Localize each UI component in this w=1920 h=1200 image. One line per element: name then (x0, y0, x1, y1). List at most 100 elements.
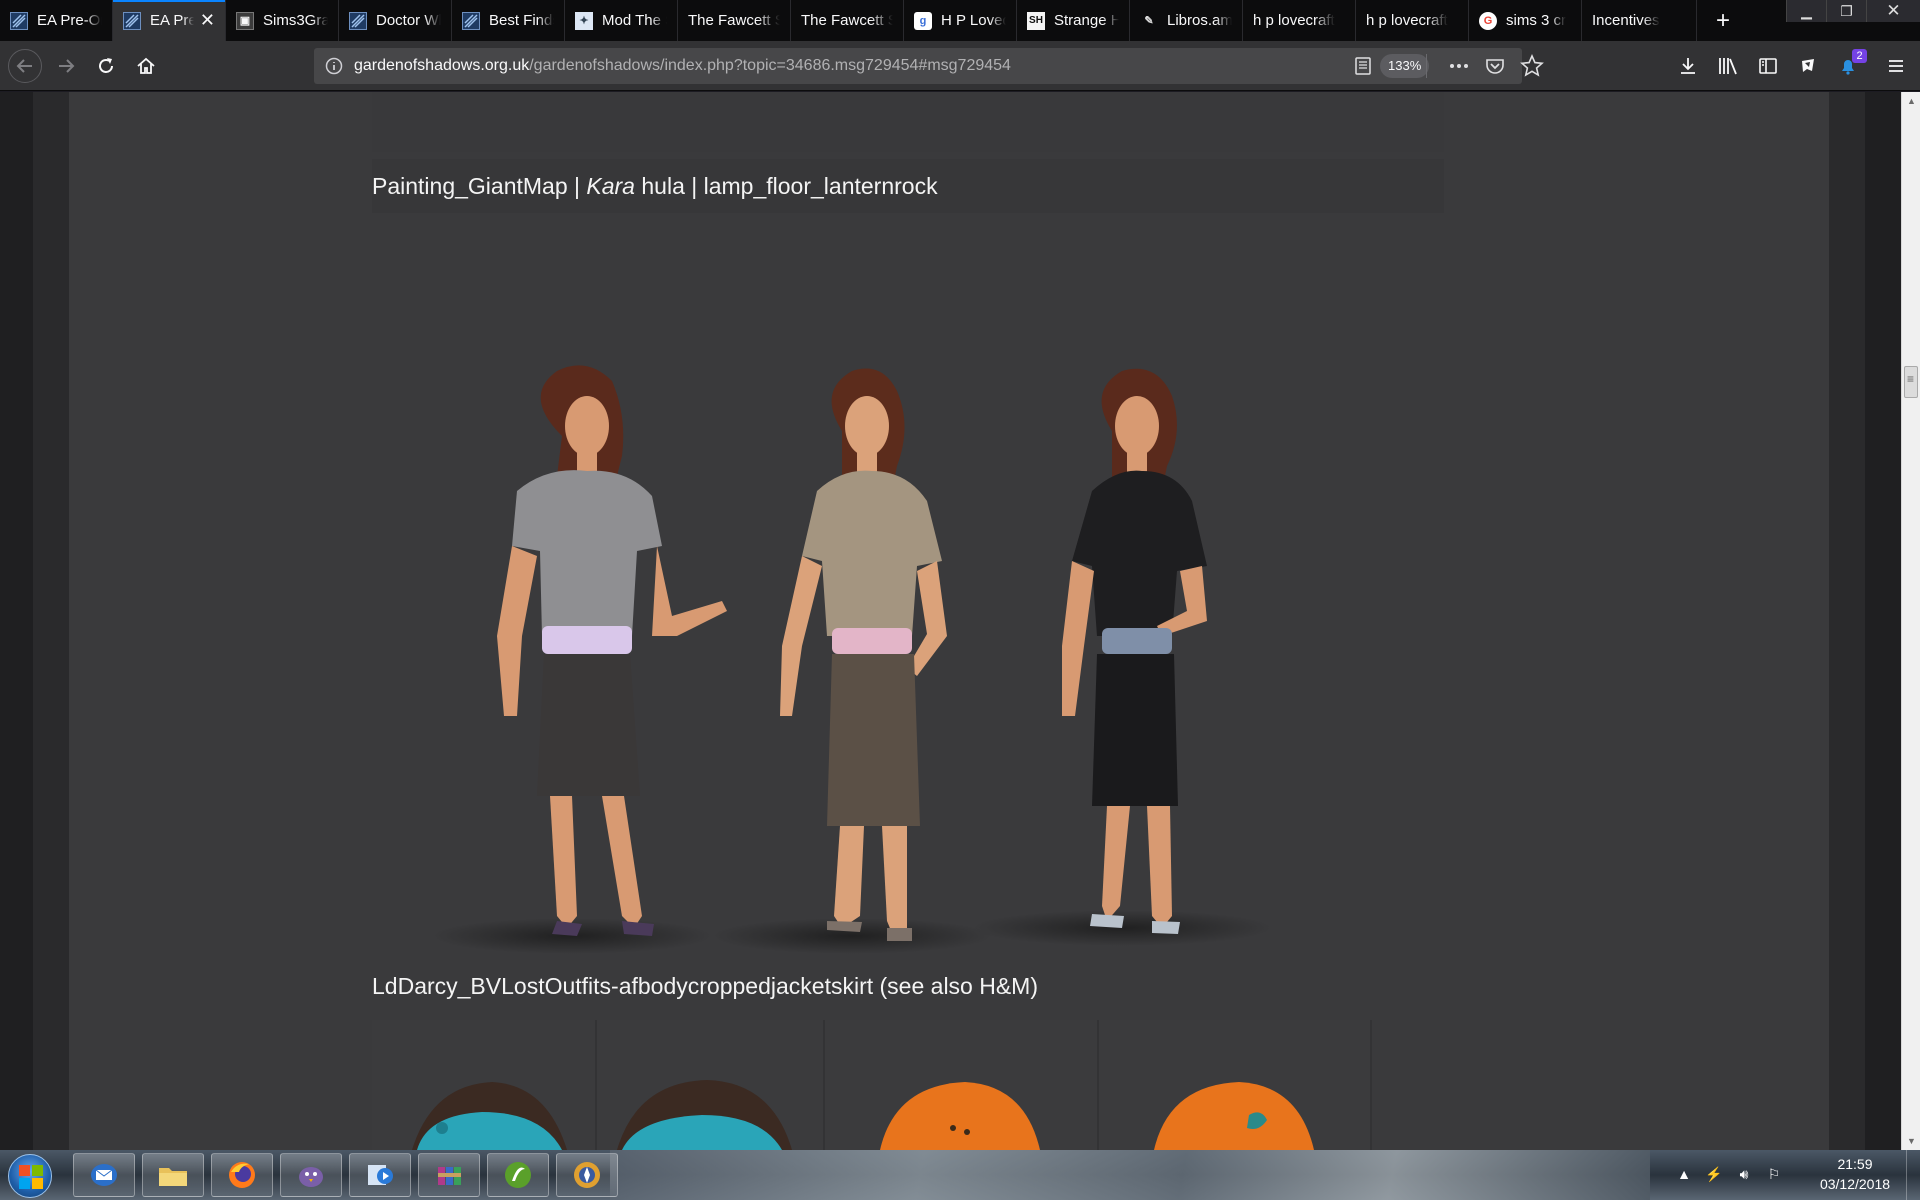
maximize-button[interactable]: ❐ (1826, 0, 1866, 22)
show-hidden-icons-icon[interactable]: ▲ (1675, 1165, 1693, 1183)
hat-thumbnail-orange (825, 1020, 1099, 1150)
teal-visor-image (412, 1082, 567, 1150)
close-tab-icon[interactable]: ✕ (200, 10, 215, 31)
taskbar-wallpaper (610, 1150, 1650, 1200)
tab-active[interactable]: EA Pre-Orders ✕ (113, 0, 226, 41)
scroll-down-icon[interactable]: ▼ (1907, 1136, 1916, 1146)
mail-icon (91, 1164, 117, 1186)
plus-icon: + (1715, 6, 1730, 34)
tab[interactable]: h p lovecraft (1356, 0, 1469, 41)
lib-favicon-icon: ✎ (1144, 15, 1154, 27)
teal-visor-image (617, 1080, 792, 1150)
notification-badge: 2 (1852, 49, 1867, 63)
page-margin-right (1829, 92, 1865, 1150)
info-icon[interactable] (324, 56, 344, 76)
bookmark-star-icon[interactable] (1520, 54, 1544, 78)
dreamweaver-icon (505, 1162, 531, 1188)
zoom-indicator[interactable]: 133% (1380, 54, 1430, 78)
chat-bird-icon (299, 1167, 323, 1187)
previous-image-bottom (372, 92, 1444, 152)
arrow-left-icon (16, 59, 32, 73)
minimize-button[interactable]: ▁ (1786, 0, 1826, 22)
scrollbar-thumb[interactable] (1904, 366, 1918, 398)
taskbar-explorer-app[interactable] (142, 1153, 204, 1197)
navigation-toolbar: gardenofshadows.org.uk/gardenofshadows/i… (0, 41, 1920, 91)
archive-books-icon (438, 1167, 461, 1185)
mod-favicon-icon: ✦ (575, 11, 593, 30)
tab[interactable]: G sims 3 cr (1469, 0, 1582, 41)
clock-time[interactable]: 21:59 (1815, 1156, 1895, 1172)
download-icon (1681, 58, 1695, 74)
tab[interactable]: h p lovecraft (1243, 0, 1356, 41)
ea-favicon-icon (10, 11, 28, 30)
sims-app-icon (574, 1162, 600, 1188)
tab[interactable]: SH Strange Horizons (1017, 0, 1130, 41)
tab[interactable]: Doctor Who (339, 0, 452, 41)
tab[interactable]: The Fawcett Society (678, 0, 791, 41)
tab[interactable]: ▣ Sims3Graveyard (226, 0, 339, 41)
downloads-button[interactable] (1672, 50, 1704, 82)
show-desktop-button[interactable] (1906, 1150, 1920, 1200)
g-favicon-icon: g (914, 11, 932, 30)
arrow-right-icon (59, 59, 75, 73)
taskbar-firefox-app[interactable] (211, 1153, 273, 1197)
tab[interactable]: EA Pre-Orders (0, 0, 113, 41)
outfit-preview-image (372, 216, 1444, 1061)
pocket-icon[interactable] (1484, 55, 1506, 77)
taskbar-pidgin-app[interactable] (280, 1153, 342, 1197)
taskbar-dreamweaver-app[interactable] (487, 1153, 549, 1197)
url-bar[interactable]: gardenofshadows.org.uk/gardenofshadows/i… (314, 48, 1544, 84)
url-host: gardenofshadows.org.uk (354, 57, 530, 74)
tab[interactable]: ✦ Mod The Sims (565, 0, 678, 41)
back-button[interactable] (8, 49, 42, 83)
clock-date[interactable]: 03/12/2018 (1810, 1176, 1900, 1192)
home-button[interactable] (130, 50, 162, 82)
three-sims-figures-image (432, 365, 1272, 954)
tab[interactable]: ✎ Libros.am (1130, 0, 1243, 41)
url-path: /gardenofshadows/index.php?topic=34686.m… (529, 57, 1011, 74)
start-button[interactable] (8, 1154, 52, 1198)
reload-button[interactable] (90, 50, 122, 82)
folder-icon (159, 1168, 187, 1186)
tab[interactable]: The Fawcett Society (791, 0, 904, 41)
ea-favicon-icon (462, 11, 480, 30)
forward-button[interactable] (50, 50, 82, 82)
new-tab-button[interactable]: + (1703, 0, 1743, 41)
reader-view-icon[interactable] (1352, 55, 1374, 77)
more-actions-icon[interactable] (1448, 55, 1470, 77)
menu-button[interactable] (1880, 50, 1912, 82)
close-window-button[interactable]: ✕ (1866, 0, 1920, 22)
extension-button[interactable] (1792, 50, 1824, 82)
library-icon (1719, 58, 1737, 75)
scroll-up-icon[interactable]: ▲ (1907, 96, 1916, 106)
url-text[interactable]: gardenofshadows.org.uk/gardenofshadows/i… (354, 57, 1011, 75)
windows-logo-icon (19, 1165, 43, 1189)
hat-preview-image (372, 1020, 1372, 1150)
sh-favicon-icon: SH (1027, 11, 1045, 30)
tab[interactable]: Best Finds (452, 0, 565, 41)
forum-post: Painting_GiantMap | Kara hula | lamp_flo… (69, 92, 1829, 1150)
tab-strip: EA Pre-Orders EA Pre-Orders ✕ ▣ Sims3Gra… (0, 0, 1920, 41)
library-button[interactable] (1712, 50, 1744, 82)
action-center-icon[interactable]: ⚐ (1765, 1165, 1783, 1183)
google-favicon-icon: G (1479, 11, 1497, 30)
close-icon: ✕ (1886, 1, 1901, 20)
hat-thumbnail-orange (1099, 1020, 1372, 1150)
taskbar-sims-app[interactable] (556, 1153, 618, 1197)
taskbar-winrar-app[interactable] (418, 1153, 480, 1197)
network-tray-icon[interactable]: ⚡ (1705, 1165, 1723, 1183)
taskbar-media-app[interactable] (349, 1153, 411, 1197)
restore-icon: ❐ (1840, 2, 1853, 19)
minimize-icon: ▁ (1801, 2, 1812, 19)
sidebar-button[interactable] (1752, 50, 1784, 82)
tab[interactable]: g H P Lovecraft (904, 0, 1017, 41)
url-separator (1426, 54, 1427, 78)
tab[interactable]: Incentives (1582, 0, 1697, 41)
vertical-scrollbar[interactable]: ▲ ▼ (1901, 92, 1920, 1150)
volume-icon[interactable]: 🔊︎ (1735, 1165, 1753, 1183)
hat-thumbnail-teal-visor (372, 1020, 597, 1150)
windows-taskbar: ▲ ⚡ 🔊︎ ⚐ 21:59 03/12/2018 (0, 1150, 1920, 1200)
window-controls: ▁ ❐ ✕ (1786, 0, 1920, 24)
hamburger-menu-icon (1889, 60, 1903, 72)
taskbar-mail-app[interactable] (73, 1153, 135, 1197)
